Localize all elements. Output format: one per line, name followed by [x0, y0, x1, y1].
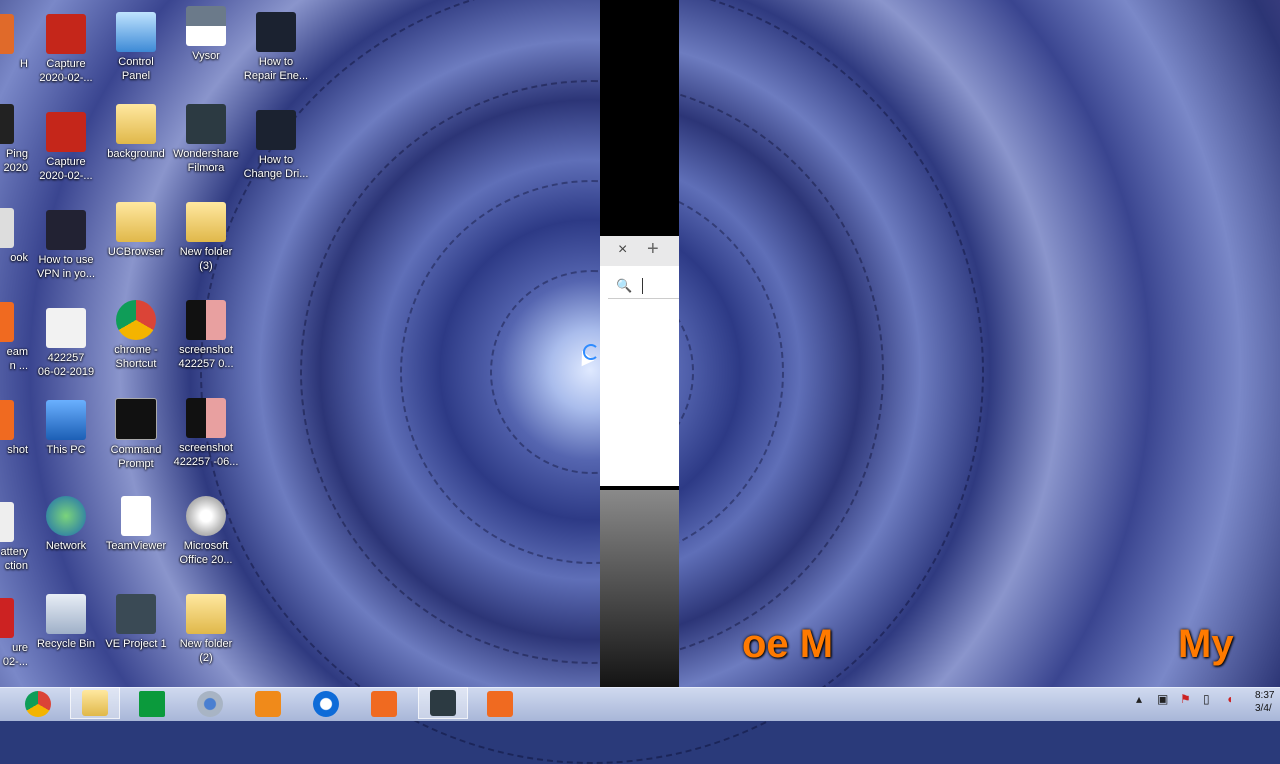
desktop-icon[interactable]: shot: [0, 400, 28, 457]
taskbar-camera-app[interactable]: [476, 689, 524, 719]
uc-browser-icon: [255, 691, 281, 717]
vysor-icon: [186, 6, 226, 46]
desktop-icon-recycle-bin[interactable]: Recycle Bin: [32, 594, 100, 651]
chrome-popup-window[interactable]: × + 🔍: [600, 236, 679, 486]
desktop-icon-capture-2[interactable]: Capture 2020-02-...: [32, 112, 100, 183]
tray-volume-muted-icon[interactable]: ◖: [1226, 692, 1233, 706]
desktop-icon[interactable]: ook: [0, 208, 28, 265]
wallpaper-ring: [200, 0, 984, 764]
taskbar-chrome[interactable]: [14, 689, 62, 719]
desktop-icon-new-folder-3[interactable]: New folder (3): [172, 202, 240, 273]
desktop-icon-vpn-video[interactable]: How to use VPN in yo...: [32, 210, 100, 281]
image-icon: [186, 398, 226, 438]
desktop-icon-chrome-shortcut[interactable]: chrome - Shortcut: [102, 300, 170, 371]
desktop-icon-this-pc[interactable]: This PC: [32, 400, 100, 457]
overlay-gradient-strip: [600, 490, 679, 720]
app-icon: [0, 302, 14, 342]
desktop-icon[interactable]: attery ction: [0, 502, 28, 573]
desktop-icon-422257[interactable]: 422257 06-02-2019: [32, 308, 100, 379]
app-icon: [0, 598, 14, 638]
search-icon: 🔍: [616, 278, 633, 293]
desktop-icon-control-panel[interactable]: Control Panel: [102, 12, 170, 83]
computer-icon: [46, 400, 86, 440]
folder-icon: [116, 104, 156, 144]
clock-date: 3/4/: [1255, 703, 1272, 714]
close-icon[interactable]: ×: [618, 241, 627, 259]
desktop-icon-background[interactable]: background: [102, 104, 170, 161]
desktop-icon-screenshot-1[interactable]: screenshot 422257 0...: [172, 300, 240, 371]
desktop-icon-ve-project[interactable]: VE Project 1: [102, 594, 170, 651]
tray-chevron-up-icon[interactable]: ▴: [1136, 692, 1142, 706]
tray-flag-icon[interactable]: ⚑: [1180, 692, 1191, 706]
desktop-icon-change-drive-video[interactable]: How to Change Dri...: [242, 110, 310, 181]
taskbar-chrome-canary[interactable]: [186, 689, 234, 719]
folder-icon: [186, 202, 226, 242]
tray-network-icon[interactable]: ▣: [1157, 692, 1168, 706]
chrome-canary-icon: [197, 691, 223, 717]
desktop-icon-vysor[interactable]: Vysor: [172, 6, 240, 63]
clock-time: 8:37: [1255, 690, 1275, 701]
image-icon: [46, 112, 86, 152]
image-icon: [186, 300, 226, 340]
app-icon: [0, 502, 14, 542]
desktop-icon[interactable]: ure 02-...: [0, 598, 28, 669]
overlay-caption-left: oe M: [742, 622, 834, 666]
disc-icon: [186, 496, 226, 536]
system-clock[interactable]: 8:37 3/4/: [1255, 689, 1274, 715]
taskbar-filmora[interactable]: [418, 687, 468, 719]
taskbar-teamviewer[interactable]: [302, 689, 350, 719]
tray-battery-icon[interactable]: ▯: [1203, 692, 1210, 706]
chrome-icon: [25, 691, 51, 717]
video-icon: [256, 110, 296, 150]
taskbar-screenshot-tool[interactable]: [360, 689, 408, 719]
desktop-icon-ucbrowser[interactable]: UCBrowser: [102, 202, 170, 259]
recycle-bin-icon: [46, 594, 86, 634]
document-icon: [121, 496, 151, 536]
folder-icon: [116, 202, 156, 242]
video-icon: [46, 210, 86, 250]
network-icon: [46, 496, 86, 536]
desktop-icon[interactable]: eam n ...: [0, 302, 28, 373]
cmd-icon: [115, 398, 157, 440]
desktop-icon[interactable]: H: [0, 14, 28, 71]
desktop-icon-new-folder-2[interactable]: New folder (2): [172, 594, 240, 665]
control-panel-icon: [116, 12, 156, 52]
desktop-icon[interactable]: Ping 2020: [0, 104, 28, 175]
desktop-icon-filmora[interactable]: Wondershare Filmora: [172, 104, 240, 175]
app-icon: [0, 14, 14, 54]
camera-icon: [487, 691, 513, 717]
filmora-project-icon: [116, 594, 156, 634]
desktop-icon-screenshot-2[interactable]: screenshot 422257 -06...: [172, 398, 240, 469]
image-icon: [46, 14, 86, 54]
app-icon: [0, 208, 14, 248]
screenshot-tool-icon: [371, 691, 397, 717]
app-icon: [0, 400, 14, 440]
image-icon: [46, 308, 86, 348]
video-icon: [256, 12, 296, 52]
taskbar-file-explorer[interactable]: [70, 687, 120, 719]
store-icon: [139, 691, 165, 717]
filmora-icon: [430, 690, 456, 716]
folder-icon: [82, 690, 108, 716]
text-caret: [642, 278, 643, 294]
popup-tab-bar: × +: [600, 236, 679, 266]
app-icon: [0, 104, 14, 144]
new-tab-icon[interactable]: +: [647, 238, 659, 261]
folder-icon: [186, 594, 226, 634]
filmora-icon: [186, 104, 226, 144]
taskbar-uc-browser[interactable]: [244, 689, 292, 719]
desktop-icon-ms-office[interactable]: Microsoft Office 20...: [172, 496, 240, 567]
desktop-icon-command-prompt[interactable]: Command Prompt: [102, 398, 170, 471]
desktop-icon-capture-1[interactable]: Capture 2020-02-...: [32, 14, 100, 85]
desktop-icon-teamviewer[interactable]: TeamViewer: [102, 496, 170, 553]
desktop-icon-repair-video[interactable]: How to Repair Ene...: [242, 12, 310, 83]
overlay-caption-right: My: [1178, 622, 1234, 666]
chrome-icon: [116, 300, 156, 340]
busy-spinner-icon: [583, 344, 599, 360]
teamviewer-icon: [313, 691, 339, 717]
desktop-icon-network[interactable]: Network: [32, 496, 100, 553]
taskbar-windows-store[interactable]: [128, 689, 176, 719]
